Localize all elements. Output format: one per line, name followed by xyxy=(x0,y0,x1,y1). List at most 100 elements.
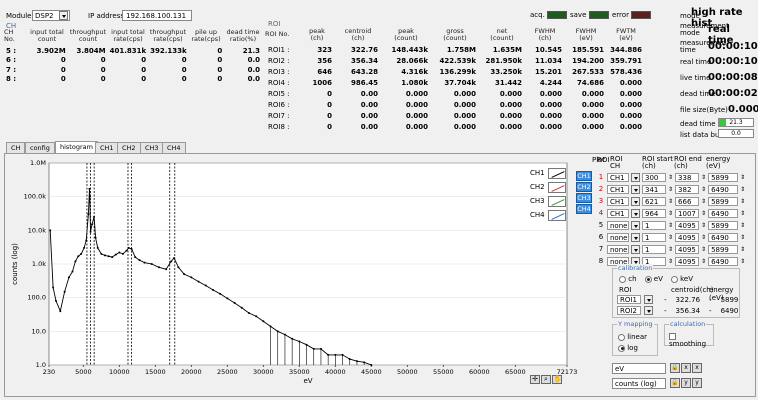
roi-ch-select[interactable]: none xyxy=(607,220,629,230)
roi-end-field[interactable]: 338 xyxy=(675,172,700,182)
roi-start-field[interactable]: 964 xyxy=(642,208,666,218)
roi-end-field[interactable]: 4095 xyxy=(675,232,700,242)
roi-energy-field[interactable]: 5899 xyxy=(708,244,739,254)
roi-ch-select[interactable]: CH1 xyxy=(607,196,629,206)
tab-ch4[interactable]: CH4 xyxy=(162,142,186,153)
lock-icon[interactable]: 🔒 xyxy=(670,363,680,373)
module-select[interactable]: DSP2 xyxy=(32,10,70,21)
roi-end-field[interactable]: 4095 xyxy=(675,244,700,254)
roi-settings-row: 4 CH1 964 ⇕ 1007 ⇕ 6490 ⇕ xyxy=(597,207,745,219)
stepper-icon[interactable]: ⇕ xyxy=(701,174,706,181)
ip-field[interactable]: 192.168.100.131 xyxy=(122,10,192,21)
data-point xyxy=(107,255,110,258)
checkbox-icon xyxy=(669,332,676,340)
data-point xyxy=(49,229,52,232)
roi-energy-field[interactable]: 6490 xyxy=(708,208,739,218)
ymap-linear-option[interactable]: linear xyxy=(618,333,647,341)
stepper-icon[interactable]: ⇕ xyxy=(668,186,673,193)
y-axis-name-field[interactable]: counts (log) xyxy=(612,378,666,389)
plot-button-ch1[interactable]: CH1 xyxy=(576,171,592,181)
roi-end-field[interactable]: 382 xyxy=(675,184,700,194)
tab-histogram[interactable]: histogram xyxy=(55,141,98,153)
data-point xyxy=(370,364,373,366)
tab-ch3[interactable]: CH3 xyxy=(140,142,164,153)
roi-energy-field[interactable]: 6490 xyxy=(708,232,739,242)
stepper-icon[interactable]: ⇕ xyxy=(701,246,706,253)
pan-hand-icon[interactable]: ✋ xyxy=(552,375,562,384)
roi-start-field[interactable]: 341 xyxy=(642,184,666,194)
roi-start-field[interactable]: 621 xyxy=(642,196,666,206)
y-scale-icon[interactable]: y xyxy=(681,378,691,388)
tab-ch2[interactable]: CH2 xyxy=(117,142,141,153)
stepper-icon[interactable]: ⇕ xyxy=(740,210,745,217)
tab-ch[interactable]: CH xyxy=(6,142,26,153)
stepper-icon[interactable]: ⇕ xyxy=(740,258,745,265)
roi-ch-select[interactable]: CH1 xyxy=(607,184,629,194)
calib-roi1-select[interactable]: ROI1 xyxy=(617,295,641,304)
stepper-icon[interactable]: ⇕ xyxy=(701,258,706,265)
roi-end-field[interactable]: 666 xyxy=(675,196,700,206)
crosshair-icon[interactable]: ✛ xyxy=(530,375,540,384)
stepper-icon[interactable]: ⇕ xyxy=(740,222,745,229)
roi-start-field[interactable]: 1 xyxy=(642,244,666,254)
stepper-icon[interactable]: ⇕ xyxy=(740,234,745,241)
legend-item[interactable]: CH1 xyxy=(530,166,566,180)
tab-ch1[interactable]: CH1 xyxy=(95,142,119,153)
stepper-icon[interactable]: ⇕ xyxy=(668,174,673,181)
x-format-icon[interactable]: x xyxy=(692,363,702,373)
calib-roi2-select[interactable]: ROI2 xyxy=(617,306,641,315)
stepper-icon[interactable]: ⇕ xyxy=(668,234,673,241)
stepper-icon[interactable]: ⇕ xyxy=(740,186,745,193)
roi-cell: 0.000 xyxy=(405,89,428,98)
roi-energy-field[interactable]: 6490 xyxy=(708,184,739,194)
stepper-icon[interactable]: ⇕ xyxy=(701,198,706,205)
y-tick-label: 1.0k xyxy=(32,260,46,268)
roi-ch-select[interactable]: CH1 xyxy=(607,208,629,218)
roi-end-field[interactable]: 1007 xyxy=(675,208,700,218)
calib-ev-option[interactable]: eV xyxy=(644,275,663,283)
x-axis-name-field[interactable]: eV xyxy=(612,363,666,374)
stepper-icon[interactable]: ⇕ xyxy=(740,246,745,253)
roi-start-field[interactable]: 1 xyxy=(642,220,666,230)
roi-start-field[interactable]: 1 xyxy=(642,232,666,242)
roi-energy-field[interactable]: 5899 xyxy=(708,220,739,230)
stepper-icon[interactable]: ⇕ xyxy=(701,234,706,241)
stepper-icon[interactable]: ⇕ xyxy=(668,210,673,217)
stepper-icon[interactable]: ⇕ xyxy=(740,198,745,205)
x-scale-icon[interactable]: x xyxy=(681,363,691,373)
smoothing-checkbox[interactable]: smoothing xyxy=(669,332,713,348)
plot-button-ch2[interactable]: CH2 xyxy=(576,182,592,192)
roi-energy-field[interactable]: 5899 xyxy=(708,172,739,182)
dead-ratio-value: 21.3 xyxy=(729,119,743,126)
plot-button-ch4[interactable]: CH4 xyxy=(576,204,592,214)
legend-item[interactable]: CH3 xyxy=(530,194,566,208)
roi-energy-field[interactable]: 5899 xyxy=(708,196,739,206)
roi-start-field[interactable]: 300 xyxy=(642,172,666,182)
tab-config[interactable]: config xyxy=(25,142,55,153)
stepper-icon[interactable]: ⇕ xyxy=(668,258,673,265)
stepper-icon[interactable]: ⇕ xyxy=(668,222,673,229)
zoom-icon[interactable]: ⌕ xyxy=(541,375,551,384)
roi-end-field[interactable]: 4095 xyxy=(675,256,700,266)
stepper-icon[interactable]: ⇕ xyxy=(740,174,745,181)
calib-kev-option[interactable]: keV xyxy=(670,275,693,283)
stepper-icon[interactable]: ⇕ xyxy=(701,222,706,229)
lock-icon[interactable]: 🔒 xyxy=(670,378,680,388)
roi-cell: 136.299k xyxy=(439,67,476,76)
stepper-icon[interactable]: ⇕ xyxy=(701,210,706,217)
roi-ch-select[interactable]: CH1 xyxy=(607,172,629,182)
legend-item[interactable]: CH4 xyxy=(530,208,566,222)
roi-end-field[interactable]: 4095 xyxy=(675,220,700,230)
stepper-icon[interactable]: ⇕ xyxy=(668,246,673,253)
ymap-log-option[interactable]: log xyxy=(618,344,638,352)
roi-ch-select[interactable]: none xyxy=(607,232,629,242)
plot-button-ch3[interactable]: CH3 xyxy=(576,193,592,203)
roi-energy-field[interactable]: 6490 xyxy=(708,256,739,266)
y-format-icon[interactable]: y xyxy=(692,378,702,388)
calib-ch-option[interactable]: ch xyxy=(619,275,637,283)
stepper-icon[interactable]: ⇕ xyxy=(668,198,673,205)
roi-ch-select[interactable]: none xyxy=(607,244,629,254)
ch-cell: 0 xyxy=(181,56,187,65)
legend-item[interactable]: CH2 xyxy=(530,180,566,194)
stepper-icon[interactable]: ⇕ xyxy=(701,186,706,193)
